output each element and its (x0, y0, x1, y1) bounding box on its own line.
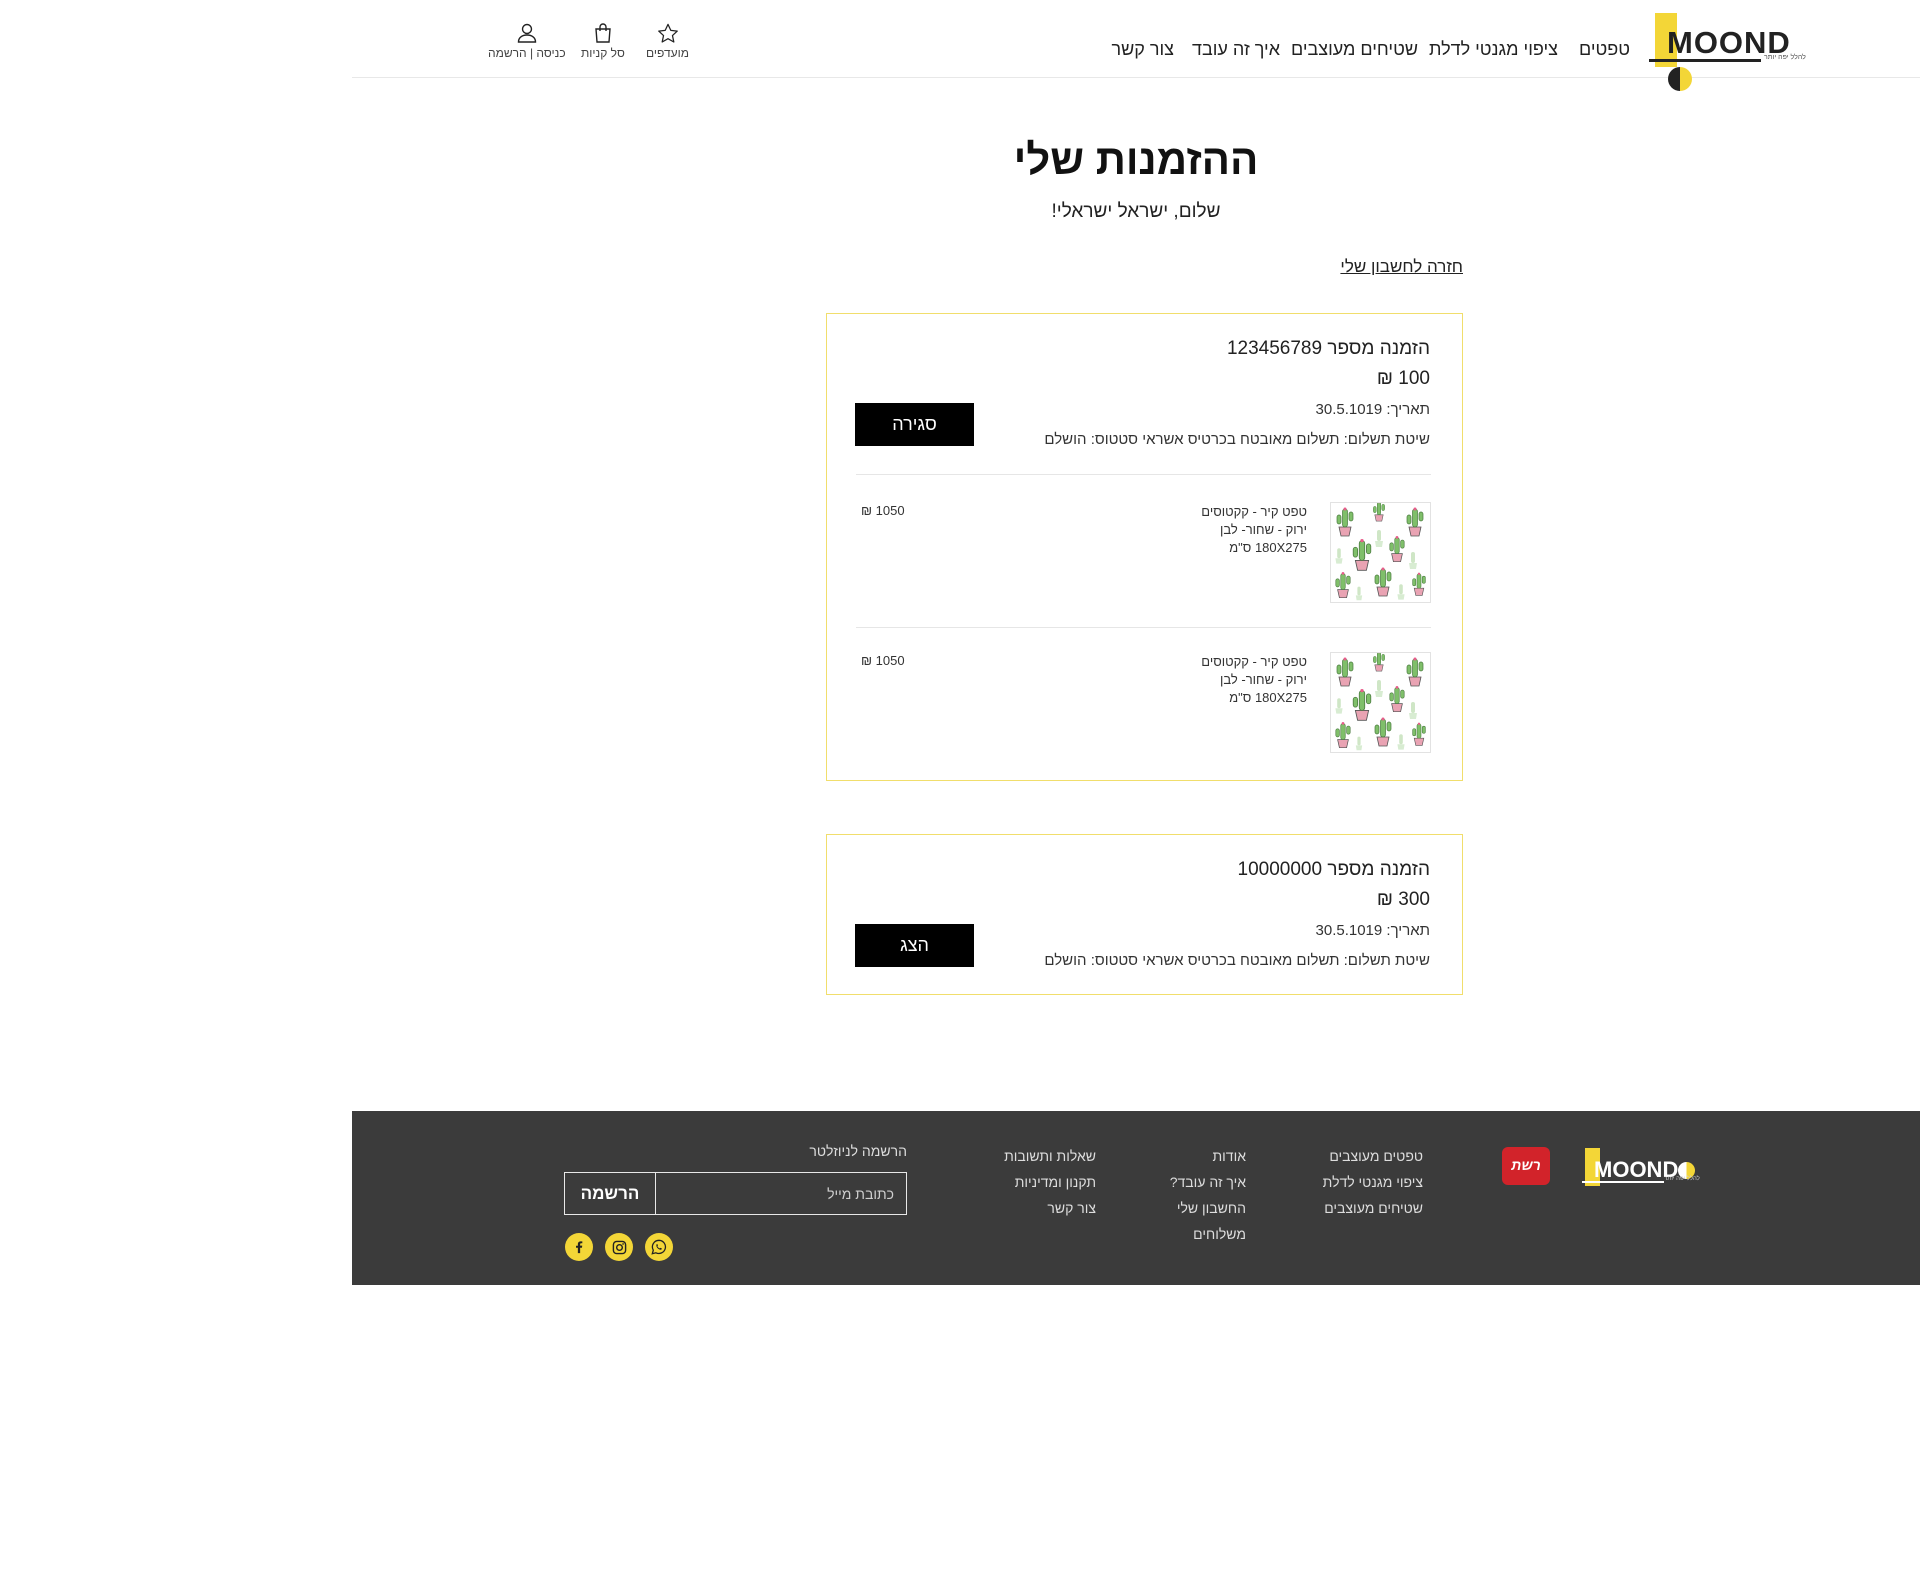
cart-button[interactable]: סל קניות (581, 23, 625, 60)
footer-link-rugs[interactable]: שטיחים מעוצבים (1323, 1195, 1423, 1221)
footer-link-terms[interactable]: תקנון ומדיניות (1004, 1169, 1096, 1195)
order-date: תאריך: 30.5.1019 (1315, 401, 1430, 418)
item-name: טפט קיר - קקטוסים (1201, 654, 1307, 669)
order-total: 300 ₪ (1376, 889, 1430, 910)
footer-link-shipping[interactable]: משלוחים (1170, 1221, 1246, 1247)
item-name: טפט קיר - קקטוסים (1201, 504, 1307, 519)
newsletter-signup-button[interactable]: הרשמה (565, 1173, 656, 1214)
footer-links-support: שאלות ותשובות תקנון ומדיניות צור קשר (1004, 1143, 1096, 1221)
footer-logo[interactable]: MOOND להלל יפה יותר (1582, 1148, 1700, 1188)
order-card: הזמנה מספר 10000000 300 ₪ תאריך: 30.5.10… (826, 834, 1463, 995)
item-colors: ירוק - שחור- לבן (1219, 672, 1307, 687)
footer-links-products: טפטים מעוצבים ציפוי מגנטי לדלת שטיחים מע… (1323, 1143, 1423, 1221)
footer-link-magnetic-door[interactable]: ציפוי מגנטי לדלת (1323, 1169, 1423, 1195)
item-price: 1050 ₪ (861, 503, 905, 518)
cart-label: סל קניות (581, 46, 625, 60)
item-colors: ירוק - שחור- לבן (1219, 522, 1307, 537)
close-order-button[interactable]: סגירה (855, 403, 974, 446)
favorites-label: מועדפים (646, 46, 689, 60)
footer-link-about[interactable]: אודות (1170, 1143, 1247, 1169)
footer-link-contact[interactable]: צור קשר (1004, 1195, 1096, 1221)
order-date: תאריך: 30.5.1019 (1315, 922, 1430, 939)
logo-tagline: להלל יפה יותר (1764, 54, 1806, 61)
logo[interactable]: MOOND להלל יפה יותר (1649, 13, 1814, 91)
footer-link-my-account[interactable]: החשבון שלי (1170, 1195, 1246, 1221)
logo-underline (1649, 59, 1761, 62)
order-payment-status: שיטת תשלום: תשלום מאובטח בכרטיס אשראי סט… (1044, 431, 1430, 448)
product-thumbnail-cactus-wallpaper (1330, 502, 1431, 603)
favorites-button[interactable]: מועדפים (646, 23, 689, 60)
newsletter-email-input[interactable] (656, 1173, 906, 1214)
footer-link-wallpapers[interactable]: טפטים מעוצבים (1323, 1143, 1423, 1169)
nav-item-magnetic-door[interactable]: ציפוי מגנטי לדלת (1429, 39, 1558, 60)
facebook-icon (576, 1241, 583, 1254)
order-number: הזמנה מספר 10000000 (1237, 859, 1430, 880)
order-item: טפט קיר - קקטוסים ירוק - שחור- לבן 180X2… (856, 627, 1431, 780)
whatsapp-icon (651, 1239, 667, 1255)
footer-link-faq[interactable]: שאלות ותשובות (1004, 1143, 1096, 1169)
facebook-button[interactable] (565, 1233, 593, 1261)
product-thumbnail-cactus-wallpaper (1330, 652, 1431, 753)
footer-logo-underline (1582, 1181, 1664, 1183)
order-card: הזמנה מספר 123456789 100 ₪ תאריך: 30.5.1… (826, 313, 1463, 781)
back-to-account-link[interactable]: חזרה לחשבון שלי (1340, 257, 1463, 277)
item-price: 1050 ₪ (861, 653, 905, 668)
user-icon (517, 23, 537, 43)
footer-link-how-it-works[interactable]: איך זה עובד? (1170, 1169, 1246, 1195)
item-size: 180X275 ס"מ (1229, 540, 1307, 555)
item-details: טפט קיר - קקטוסים ירוק - שחור- לבן 180X2… (1201, 503, 1307, 557)
show-order-button[interactable]: הצג (855, 924, 974, 967)
order-payment-status: שיטת תשלום: תשלום מאובטח בכרטיס אשראי סט… (1044, 952, 1430, 969)
site-footer: MOOND להלל יפה יותר רשת טפטים מעוצבים צי… (352, 1111, 1920, 1285)
reshet-badge-logo: רשת (1502, 1147, 1550, 1185)
page-title: ההזמנות שלי (1013, 136, 1259, 183)
order-summary: הזמנה מספר 123456789 100 ₪ תאריך: 30.5.1… (827, 314, 1462, 474)
order-total: 100 ₪ (1376, 368, 1430, 389)
item-size: 180X275 ס"מ (1229, 690, 1307, 705)
newsletter-form: הרשמה (564, 1172, 907, 1215)
nav-item-how-it-works[interactable]: איך זה עובד (1192, 39, 1280, 60)
shopping-bag-icon (595, 23, 611, 43)
star-icon (657, 23, 678, 43)
site-header: MOOND להלל יפה יותר טפטים ציפוי מגנטי לד… (352, 0, 1920, 91)
user-greeting: שלום, ישראל ישראלי! (1051, 201, 1221, 222)
nav-item-rugs[interactable]: שטיחים מעוצבים (1291, 39, 1418, 60)
login-register-label: כניסה | הרשמה (488, 46, 566, 60)
instagram-icon (612, 1240, 626, 1254)
nav-item-wallpapers[interactable]: טפטים (1579, 39, 1630, 60)
order-item: טפט קיר - קקטוסים ירוק - שחור- לבן 180X2… (856, 474, 1431, 627)
whatsapp-button[interactable] (645, 1233, 673, 1261)
instagram-button[interactable] (605, 1233, 633, 1261)
item-details: טפט קיר - קקטוסים ירוק - שחור- לבן 180X2… (1201, 653, 1307, 707)
order-number: הזמנה מספר 123456789 (1226, 338, 1430, 359)
footer-logo-tagline: להלל יפה יותר (1664, 1176, 1700, 1182)
login-register-button[interactable]: כניסה | הרשמה (488, 23, 566, 60)
nav-item-contact[interactable]: צור קשר (1112, 39, 1174, 60)
footer-links-info: אודות איך זה עובד? החשבון שלי משלוחים (1170, 1143, 1246, 1247)
newsletter-title: הרשמה לניוזלטר (809, 1143, 907, 1159)
order-summary: הזמנה מספר 10000000 300 ₪ תאריך: 30.5.10… (827, 835, 1462, 995)
